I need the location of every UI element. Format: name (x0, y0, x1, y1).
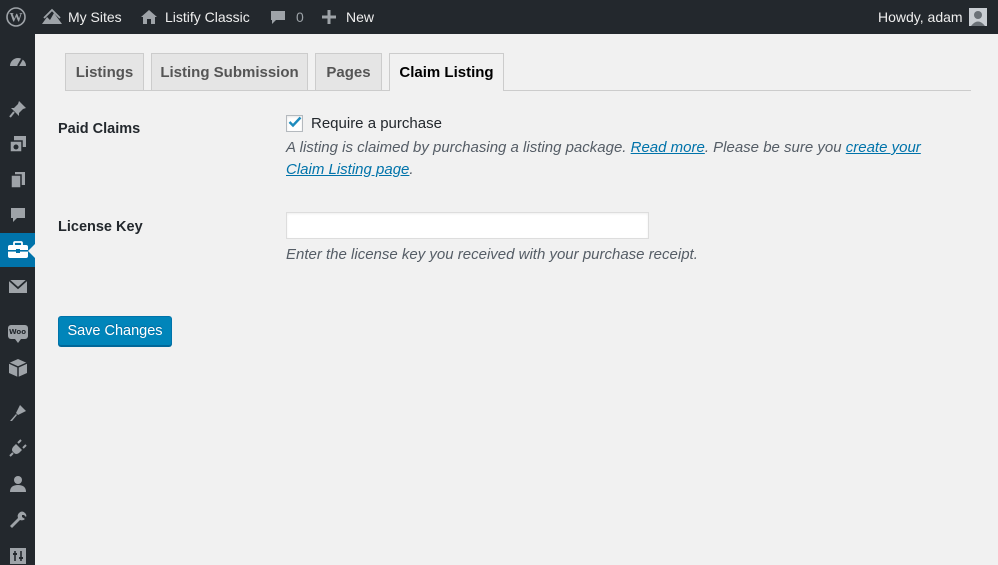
svg-text:W: W (10, 10, 23, 25)
admin-sidebar: Woo (0, 34, 36, 565)
tab-listing-submission[interactable]: Listing Submission (151, 53, 308, 90)
listings-briefcase-icon (7, 241, 29, 259)
menu-appearance[interactable] (0, 396, 35, 430)
tools-wrench-icon (8, 510, 28, 530)
menu-media[interactable] (0, 127, 35, 161)
menu-plugins[interactable] (0, 431, 35, 465)
menu-products[interactable] (0, 351, 35, 385)
new-label: New (346, 9, 375, 25)
read-more-link[interactable]: Read more (631, 139, 705, 156)
create-claim-page-link[interactable]: create your (846, 139, 921, 156)
site-name-menu[interactable]: Listify Classic (140, 0, 250, 34)
settings-tabs: Listings Listing Submission Pages Claim … (65, 53, 971, 91)
paid-claims-label: Paid Claims (58, 121, 141, 137)
require-purchase-checkbox[interactable] (286, 115, 303, 132)
my-sites-menu[interactable]: My Sites (41, 0, 122, 34)
my-account-menu[interactable]: Howdy, adam (878, 0, 987, 34)
license-key-input[interactable] (286, 212, 649, 239)
menu-pages[interactable] (0, 163, 35, 197)
dashboard-icon (8, 52, 28, 72)
menu-dashboard[interactable] (0, 45, 35, 79)
home-icon (140, 8, 158, 26)
paid-claims-desc-end: . (409, 161, 414, 178)
menu-comments[interactable] (0, 198, 35, 232)
wordpress-logo-icon[interactable]: W (6, 0, 28, 34)
checkmark-icon (288, 115, 302, 133)
paid-claims-desc-text: A listing is claimed by purchasing a lis… (286, 139, 631, 156)
menu-mail[interactable] (0, 269, 35, 303)
media-icon (8, 134, 28, 154)
products-box-icon (8, 358, 28, 378)
license-key-label: License Key (58, 219, 143, 235)
menu-posts[interactable] (0, 92, 35, 126)
comments-count: 0 (296, 9, 304, 25)
my-sites-label: My Sites (68, 9, 122, 25)
my-sites-icon (41, 8, 63, 26)
tab-claim-listing[interactable]: Claim Listing (389, 53, 504, 91)
tab-pages[interactable]: Pages (315, 53, 382, 90)
paid-claims-description: A listing is claimed by purchasing a lis… (286, 137, 956, 181)
menu-users[interactable] (0, 467, 35, 501)
woocommerce-icon: Woo (7, 325, 28, 343)
menu-settings[interactable] (0, 539, 35, 565)
pin-icon (8, 99, 28, 119)
comments-menu[interactable]: 0 (270, 0, 304, 34)
license-key-description: Enter the license key you received with … (286, 246, 698, 263)
comments-icon (9, 206, 27, 224)
paid-claims-desc-middle: . Please be sure you (704, 139, 846, 156)
require-purchase-label[interactable]: Require a purchase (311, 115, 442, 132)
menu-listings[interactable] (0, 233, 36, 267)
users-icon (9, 475, 27, 493)
howdy-label: Howdy, adam (878, 9, 963, 25)
menu-tools[interactable] (0, 503, 35, 537)
settings-icon (9, 547, 27, 565)
mail-icon (7, 278, 28, 294)
plugins-icon (8, 438, 28, 458)
menu-woocommerce[interactable]: Woo (0, 315, 35, 349)
save-changes-button[interactable]: Save Changes (58, 316, 172, 346)
site-name-label: Listify Classic (165, 9, 250, 25)
avatar (968, 8, 987, 26)
new-content-menu[interactable]: New (321, 0, 374, 34)
comment-bubble-icon (270, 9, 286, 25)
tab-listings[interactable]: Listings (65, 53, 144, 90)
pages-icon (8, 170, 28, 190)
create-claim-page-link-cont[interactable]: Claim Listing page (286, 161, 409, 178)
plus-icon (321, 9, 337, 25)
appearance-brush-icon (8, 403, 28, 423)
admin-bar: W My Sites Listify Classic 0 New Howdy, … (0, 0, 998, 34)
